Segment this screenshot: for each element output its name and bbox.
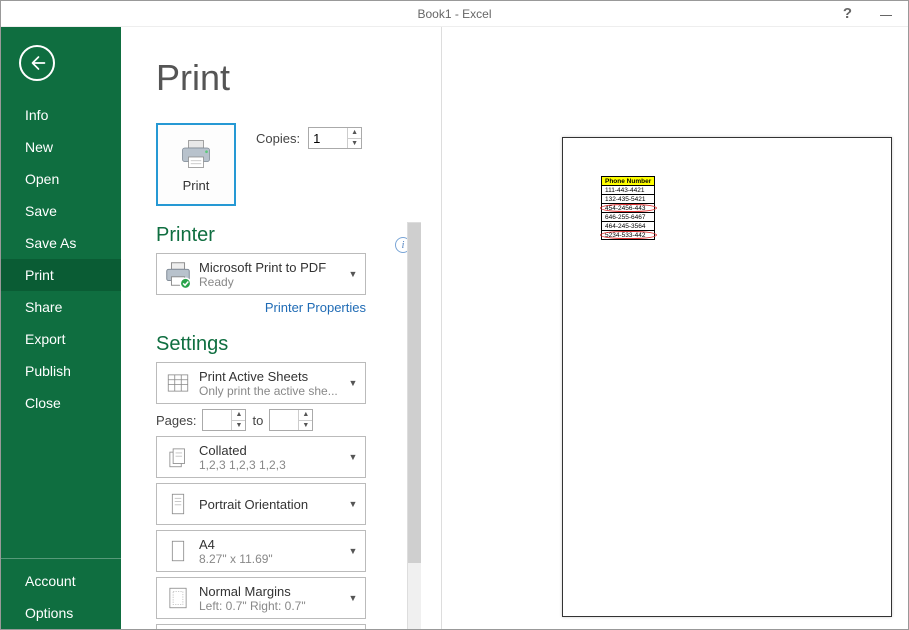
nav-item-publish[interactable]: Publish <box>1 355 121 387</box>
preview-page: Phone Number111-443-4421132-435-5421454-… <box>562 137 892 617</box>
down-arrow-icon[interactable]: ▼ <box>299 421 312 431</box>
setting-icon <box>163 536 193 566</box>
copies-label: Copies: <box>256 131 300 146</box>
table-row: 646-255-6467 <box>602 213 655 222</box>
setting-icon <box>163 583 193 613</box>
options-scrollbar[interactable] <box>407 222 421 629</box>
printer-status: Ready <box>199 275 347 289</box>
setting-title: Portrait Orientation <box>199 497 347 512</box>
nav-item-save[interactable]: Save <box>1 195 121 227</box>
table-row: 111-443-4421 <box>602 186 655 195</box>
pages-to-spinner[interactable]: ▲▼ <box>269 409 313 431</box>
preview-cell: 454-2456-443 <box>602 204 655 213</box>
printer-dropdown[interactable]: Microsoft Print to PDF Ready ▼ <box>156 253 366 295</box>
copies-up-arrow-icon[interactable]: ▲ <box>348 128 361 139</box>
pages-label: Pages: <box>156 413 196 428</box>
up-arrow-icon[interactable]: ▲ <box>299 410 312 421</box>
setting-sub: Only print the active she... <box>199 384 347 398</box>
copies-input[interactable] <box>309 128 347 148</box>
table-row: 454-2456-443 <box>602 204 655 213</box>
window-title: Book1 - Excel <box>417 7 491 21</box>
chevron-down-icon: ▼ <box>347 452 359 462</box>
nav-item-info[interactable]: Info <box>1 99 121 131</box>
preview-cell: 111-443-4421 <box>602 186 655 195</box>
setting-sub: 1,2,3 1,2,3 1,2,3 <box>199 458 347 472</box>
setting-title: Collated <box>199 443 347 458</box>
setting-dropdown-2[interactable]: Portrait Orientation▼ <box>156 483 366 525</box>
printer-section-header: Printer <box>156 224 421 247</box>
copies-down-arrow-icon[interactable]: ▼ <box>348 139 361 149</box>
pages-from-input[interactable] <box>203 410 231 430</box>
setting-dropdown-3[interactable]: A48.27" x 11.69"▼ <box>156 530 366 572</box>
setting-sub: Left: 0.7" Right: 0.7" <box>199 599 347 613</box>
nav-item-print[interactable]: Print <box>1 259 121 291</box>
titlebar: Book1 - Excel ? <box>1 1 908 27</box>
nav-item-options[interactable]: Options <box>1 597 121 629</box>
setting-icon <box>163 368 193 398</box>
copies-spinner[interactable]: ▲ ▼ <box>308 127 362 149</box>
backstage-sidebar: InfoNewOpenSaveSave AsPrintShareExportPu… <box>1 27 121 629</box>
nav-item-close[interactable]: Close <box>1 387 121 419</box>
table-row: 5234-533-442 <box>602 231 655 240</box>
setting-title: Normal Margins <box>199 584 347 599</box>
down-arrow-icon[interactable]: ▼ <box>232 421 245 431</box>
minimize-icon[interactable] <box>880 8 892 20</box>
preview-header-cell: Phone Number <box>602 177 655 186</box>
chevron-down-icon: ▼ <box>347 378 359 388</box>
preview-cell: 5234-533-442 <box>602 231 655 240</box>
chevron-down-icon: ▼ <box>347 546 359 556</box>
print-options-pane: Print Print Copies: <box>121 27 421 629</box>
pages-to-input[interactable] <box>270 410 298 430</box>
preview-cell: 464-245-3564 <box>602 222 655 231</box>
to-label: to <box>252 413 263 428</box>
printer-properties-link[interactable]: Printer Properties <box>156 300 366 315</box>
printer-dd-icon <box>163 259 193 289</box>
pages-from-spinner[interactable]: ▲▼ <box>202 409 246 431</box>
nav-item-open[interactable]: Open <box>1 163 121 195</box>
nav-item-export[interactable]: Export <box>1 323 121 355</box>
setting-icon <box>163 489 193 519</box>
print-button-label: Print <box>183 178 210 193</box>
help-icon[interactable]: ? <box>843 5 852 22</box>
print-button[interactable]: Print <box>156 123 236 206</box>
chevron-down-icon: ▼ <box>347 593 359 603</box>
chevron-down-icon: ▼ <box>347 499 359 509</box>
nav-item-share[interactable]: Share <box>1 291 121 323</box>
chevron-down-icon: ▼ <box>347 269 359 279</box>
back-arrow-icon <box>28 54 46 72</box>
print-preview-pane: Phone Number111-443-4421132-435-5421454-… <box>441 27 908 629</box>
table-row: 464-245-3564 <box>602 222 655 231</box>
setting-dropdown-0[interactable]: Print Active SheetsOnly print the active… <box>156 362 366 404</box>
setting-dropdown-1[interactable]: Collated1,2,3 1,2,3 1,2,3▼ <box>156 436 366 478</box>
setting-title: A4 <box>199 537 347 552</box>
nav-item-account[interactable]: Account <box>1 565 121 597</box>
preview-cell: 646-255-6467 <box>602 213 655 222</box>
settings-section-header: Settings <box>156 333 421 356</box>
table-row: 132-435-5421 <box>602 195 655 204</box>
setting-title: Print Active Sheets <box>199 369 347 384</box>
setting-icon <box>163 442 193 472</box>
nav-item-save-as[interactable]: Save As <box>1 227 121 259</box>
preview-cell: 132-435-5421 <box>602 195 655 204</box>
back-button[interactable] <box>19 45 55 81</box>
up-arrow-icon[interactable]: ▲ <box>232 410 245 421</box>
preview-table: Phone Number111-443-4421132-435-5421454-… <box>601 176 655 240</box>
setting-sub: 8.27" x 11.69" <box>199 552 347 566</box>
printer-name: Microsoft Print to PDF <box>199 260 347 275</box>
pages-row: Pages:▲▼to▲▼ <box>156 409 366 431</box>
nav-item-new[interactable]: New <box>1 131 121 163</box>
printer-icon <box>178 136 214 172</box>
setting-dropdown-5[interactable]: No Scaling▼ <box>156 624 366 629</box>
page-title: Print <box>156 57 421 99</box>
setting-dropdown-4[interactable]: Normal MarginsLeft: 0.7" Right: 0.7"▼ <box>156 577 366 619</box>
